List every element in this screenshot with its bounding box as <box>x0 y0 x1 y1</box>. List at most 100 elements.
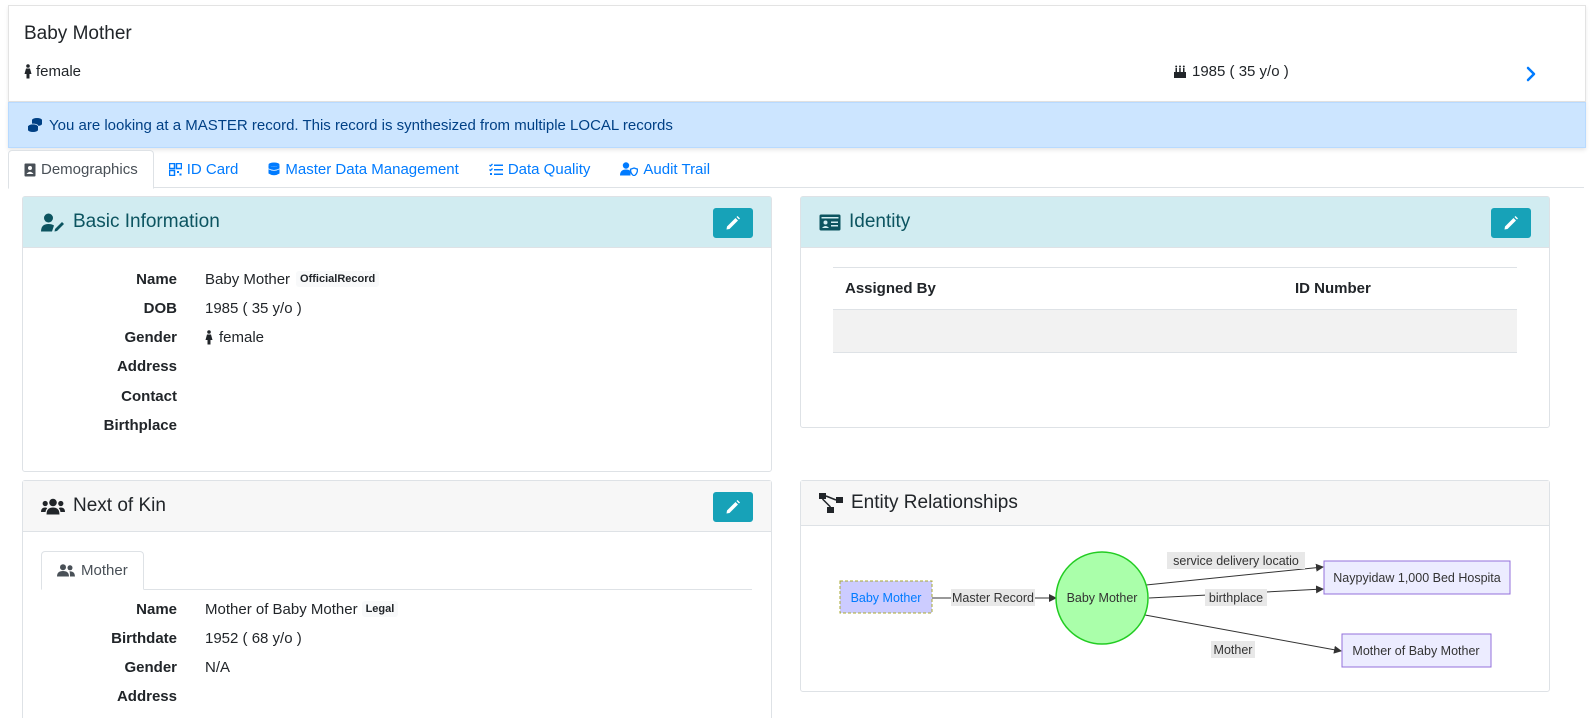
tab-master-data-management-label: Master Data Management <box>285 160 459 178</box>
next-of-kin-card: Next of Kin Mother Name Mother of Baby M… <box>22 480 772 718</box>
user-edit-icon <box>41 213 64 231</box>
basic-birthplace-label: Birthplace <box>103 416 177 434</box>
edge-label-master-record: Master Record <box>952 591 1034 605</box>
basic-gender-label: Gender <box>124 328 177 346</box>
patient-gender-text: female <box>36 63 82 80</box>
kin-name-row: Name Mother of Baby Mother Legal <box>23 598 771 620</box>
basic-dob-label: DOB <box>143 299 177 317</box>
kin-name-value-wrap: Mother of Baby Mother Legal <box>205 600 399 618</box>
kin-tab-mother[interactable]: Mother <box>41 551 144 590</box>
tab-demographics-label: Demographics <box>41 161 138 178</box>
tab-audit-trail[interactable]: Audit Trail <box>605 150 725 188</box>
basic-address-label: Address <box>116 357 177 375</box>
basic-contact-label: Contact <box>121 387 177 405</box>
basic-dob-row: DOB 1985 ( 35 y/o ) <box>23 297 771 319</box>
identity-title: Identity <box>849 211 911 232</box>
edge-service-delivery <box>1145 563 1324 586</box>
chevron-right-icon[interactable] <box>1521 64 1541 84</box>
next-of-kin-header: Next of Kin <box>23 481 771 532</box>
pencil-icon <box>726 500 740 514</box>
kin-name-label: Name <box>136 600 177 618</box>
basic-contact-row: Contact <box>23 385 771 407</box>
identity-table-header: Assigned By ID Number <box>833 268 1517 310</box>
record-tabs: Demographics ID Card Master Data Managem… <box>8 150 1584 189</box>
entity-relationships-header: Entity Relationships <box>801 481 1549 526</box>
kin-birthdate-value: 1952 ( 68 y/o ) <box>205 629 302 647</box>
basic-address-row: Address <box>23 355 771 377</box>
next-of-kin-title: Next of Kin <box>73 495 166 516</box>
coins-icon <box>27 118 42 132</box>
master-record-alert-text: You are looking at a MASTER record. This… <box>49 116 673 134</box>
node-hospital-label: Naypyidaw 1,000 Bed Hospita <box>1333 571 1501 585</box>
kin-birthdate-row: Birthdate 1952 ( 68 y/o ) <box>23 627 771 649</box>
edge-label-service-delivery: service delivery locatio <box>1173 554 1299 568</box>
kin-gender-row: Gender N/A <box>23 656 771 678</box>
birthday-cake-icon <box>1174 65 1186 78</box>
database-icon <box>268 162 281 176</box>
kin-tabs: Mother <box>41 551 752 590</box>
users-icon <box>41 498 65 514</box>
edit-next-of-kin-button[interactable] <box>713 492 753 522</box>
pencil-icon <box>726 216 740 230</box>
col-assigned-by: Assigned By <box>845 280 936 297</box>
patient-gender: female <box>24 63 81 80</box>
edge-label-birthplace: birthplace <box>1209 591 1263 605</box>
node-mother-label: Mother of Baby Mother <box>1352 644 1479 658</box>
basic-gender-value: female <box>219 328 265 346</box>
edit-identity-button[interactable] <box>1491 208 1531 238</box>
basic-name-value-wrap: Baby Mother OfficialRecord <box>205 270 380 288</box>
patient-dob: 1985 ( 35 y/o ) <box>1173 63 1289 80</box>
basic-information-title: Basic Information <box>73 211 220 232</box>
basic-name-label: Name <box>136 270 177 288</box>
legal-badge: Legal <box>361 601 399 617</box>
basic-name-row: Name Baby Mother OfficialRecord <box>23 268 771 290</box>
female-icon <box>24 64 32 79</box>
project-diagram-icon <box>819 493 843 513</box>
col-id-number: ID Number <box>1295 280 1371 297</box>
id-card-icon <box>819 214 841 230</box>
kin-name-value: Mother of Baby Mother <box>205 600 358 618</box>
basic-gender-row: Gender female <box>23 326 771 348</box>
patient-dob-text: 1985 ( 35 y/o ) <box>1192 63 1289 80</box>
basic-birthplace-row: Birthplace <box>23 414 771 436</box>
checklist-icon <box>488 163 503 175</box>
node-source-label[interactable]: Baby Mother <box>851 591 922 605</box>
female-icon <box>205 329 213 344</box>
tab-demographics[interactable]: Demographics <box>8 150 154 189</box>
relationship-graph: Master Record service delivery locatio b… <box>839 551 1511 668</box>
tab-audit-trail-label: Audit Trail <box>643 160 711 178</box>
entity-relationships-title: Entity Relationships <box>851 492 1018 513</box>
tab-data-quality[interactable]: Data Quality <box>474 150 606 188</box>
kin-address-row: Address <box>23 685 771 707</box>
tab-data-quality-label: Data Quality <box>507 160 591 178</box>
kin-gender-label: Gender <box>124 658 177 676</box>
master-record-alert: You are looking at a MASTER record. This… <box>8 102 1586 148</box>
patient-header: Baby Mother female 1985 ( 35 y/o ) <box>8 5 1586 102</box>
kin-tab-mother-label: Mother <box>81 562 128 579</box>
kin-birthdate-label: Birthdate <box>111 629 177 647</box>
tab-id-card[interactable]: ID Card <box>154 150 254 188</box>
basic-dob-value: 1985 ( 35 y/o ) <box>205 299 302 317</box>
edge-label-mother: Mother <box>1214 643 1253 657</box>
user-shield-icon <box>620 162 639 176</box>
identity-header: Identity <box>801 197 1549 248</box>
node-center-label: Baby Mother <box>1067 591 1138 605</box>
identity-card: Identity Assigned By ID Number <box>800 196 1550 428</box>
kin-gender-value: N/A <box>205 658 231 676</box>
pencil-icon <box>1504 216 1518 230</box>
tab-master-data-management[interactable]: Master Data Management <box>253 150 473 188</box>
entity-relationships-card: Entity Relationships Master Record servi… <box>800 480 1550 692</box>
qrcode-icon <box>168 162 182 176</box>
patient-name: Baby Mother <box>24 23 132 44</box>
basic-gender-value-wrap: female <box>205 329 264 346</box>
identity-table: Assigned By ID Number <box>833 267 1517 353</box>
kin-address-label: Address <box>116 687 177 705</box>
user-friends-icon <box>57 564 75 577</box>
tab-id-card-label: ID Card <box>186 160 239 178</box>
edit-basic-information-button[interactable] <box>713 208 753 238</box>
basic-information-card: Basic Information Name Baby Mother Offic… <box>22 196 772 472</box>
basic-name-value: Baby Mother <box>205 270 291 288</box>
address-book-icon <box>24 163 36 176</box>
basic-information-header: Basic Information <box>23 197 771 248</box>
official-record-badge: OfficialRecord <box>296 271 380 287</box>
